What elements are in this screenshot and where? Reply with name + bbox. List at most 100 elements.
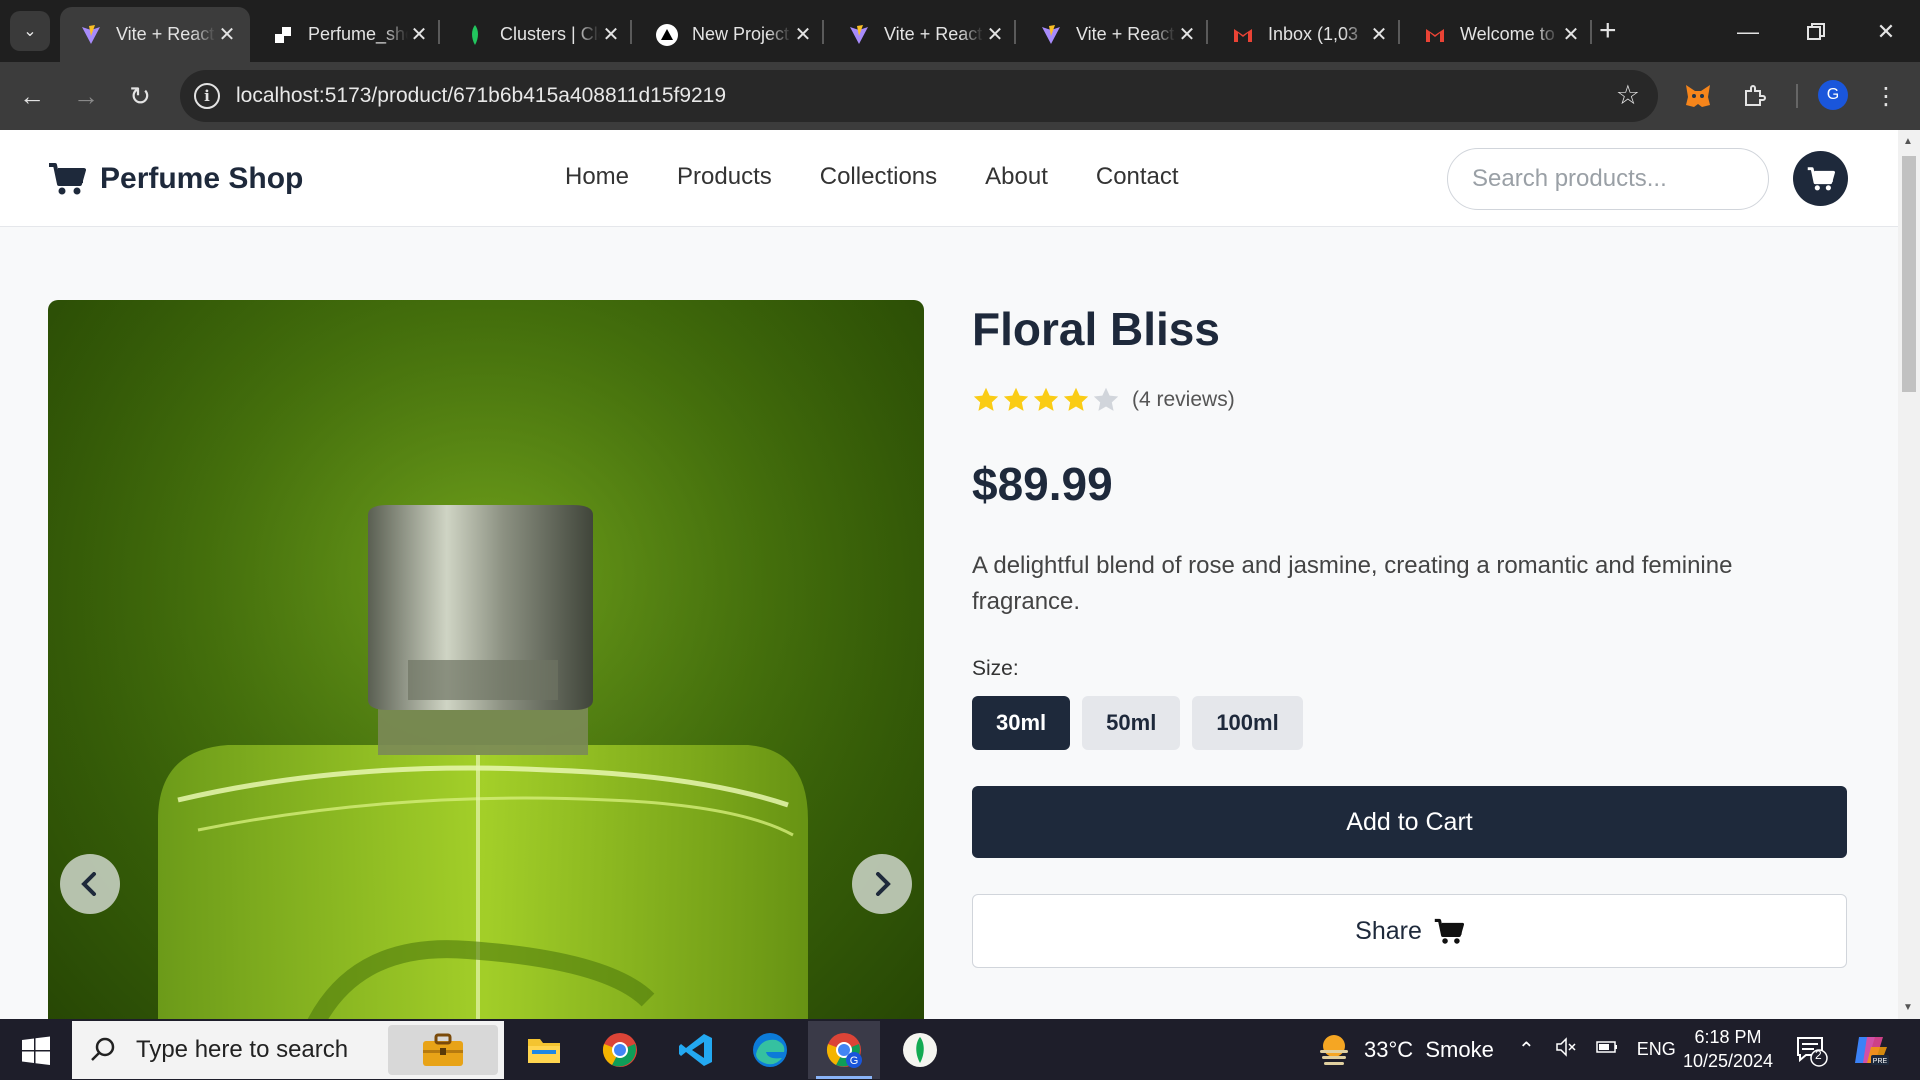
restore-icon[interactable] <box>1796 12 1836 52</box>
forward-icon[interactable]: → <box>68 78 104 114</box>
tab-vite-react-2[interactable]: Vite + React ✕ <box>828 7 1018 62</box>
star-filled-icon <box>973 387 999 411</box>
share-button[interactable]: Share <box>972 894 1847 968</box>
close-icon[interactable]: ✕ <box>984 22 1006 47</box>
windows-taskbar: Type here to search G 33°C Smoke ⌃ ENG 6… <box>0 1019 1920 1080</box>
nav-about[interactable]: About <box>985 163 1048 191</box>
close-icon[interactable]: ✕ <box>1368 22 1390 47</box>
size-option-100ml[interactable]: 100ml <box>1192 696 1303 750</box>
weather-widget[interactable]: 33°C Smoke <box>1316 1019 1494 1080</box>
chrome-profile-icon[interactable]: G <box>808 1021 880 1079</box>
clock-date: 10/25/2024 <box>1682 1051 1774 1071</box>
mongodb-icon <box>464 24 486 46</box>
vercel-icon <box>656 23 678 46</box>
chevron-right-icon <box>876 872 891 896</box>
extensions-icon[interactable] <box>1736 78 1772 114</box>
nav-products[interactable]: Products <box>677 163 772 191</box>
close-icon[interactable]: ✕ <box>1560 22 1582 47</box>
tab-vite-react-active[interactable]: Vite + React ✕ <box>60 7 250 62</box>
tab-new-project[interactable]: New Project ✕ <box>636 7 826 62</box>
page-scrollbar[interactable]: ▲ ▼ <box>1898 130 1920 1019</box>
url-bar[interactable]: i localhost:5173/product/671b6b415a40881… <box>180 70 1658 122</box>
close-icon[interactable]: ✕ <box>216 22 238 47</box>
close-icon[interactable]: ✕ <box>1176 22 1198 47</box>
taskbar-clock[interactable]: 6:18 PM 10/25/2024 <box>1678 1025 1778 1073</box>
share-label: Share <box>1355 916 1422 945</box>
language-indicator[interactable]: ENG <box>1637 1039 1676 1060</box>
close-icon[interactable]: ✕ <box>600 22 622 47</box>
file-explorer-icon[interactable] <box>508 1021 580 1079</box>
site-header: Perfume Shop Home Products Collections A… <box>0 130 1898 227</box>
notification-count: 2 <box>1815 1048 1822 1062</box>
tab-separator <box>822 20 824 44</box>
search-input[interactable] <box>1447 148 1769 210</box>
carousel-prev-button[interactable] <box>60 854 120 914</box>
notification-center-icon[interactable]: 2 <box>1794 1033 1828 1067</box>
star-rating <box>972 386 1122 414</box>
close-icon[interactable]: ✕ <box>792 22 814 47</box>
profile-avatar[interactable]: G <box>1818 80 1848 110</box>
scroll-thumb[interactable] <box>1902 156 1916 392</box>
tab-vite-react-3[interactable]: Vite + React ✕ <box>1020 7 1210 62</box>
toolbar-separator <box>1796 84 1798 108</box>
size-option-50ml[interactable]: 50ml <box>1082 696 1181 750</box>
reload-icon[interactable]: ↻ <box>122 78 158 114</box>
review-count[interactable]: (4 reviews) <box>1132 388 1235 412</box>
vscode-icon[interactable] <box>660 1021 732 1079</box>
url-text[interactable]: localhost:5173/product/671b6b415a408811d… <box>236 84 726 108</box>
battery-icon[interactable] <box>1595 1038 1619 1062</box>
briefcase-icon[interactable] <box>388 1025 498 1075</box>
taskbar-search-box[interactable]: Type here to search <box>72 1021 504 1079</box>
cart-icon <box>49 163 86 195</box>
scroll-up-icon[interactable]: ▲ <box>1903 136 1913 147</box>
tab-clusters[interactable]: Clusters | Cloud ✕ <box>444 7 634 62</box>
tab-title: Welcome to <box>1460 24 1555 44</box>
edge-icon[interactable] <box>734 1021 806 1079</box>
product-title: Floral Bliss <box>972 303 1220 355</box>
product-price: $89.99 <box>972 458 1113 510</box>
windows-start-icon[interactable] <box>12 1033 58 1069</box>
nav-contact[interactable]: Contact <box>1096 163 1179 191</box>
tab-gmail-welcome[interactable]: Welcome to ✕ <box>1404 7 1594 62</box>
cart-button[interactable] <box>1793 151 1848 206</box>
clock-time: 6:18 PM <box>1694 1027 1762 1047</box>
tab-separator <box>630 20 632 44</box>
nav-home[interactable]: Home <box>565 163 629 191</box>
browser-tab-bar: ⌄ Vite + React ✕ Perfume_shop ✕ Clusters… <box>0 0 1920 62</box>
site-logo[interactable]: Perfume Shop <box>48 162 303 196</box>
add-to-cart-button[interactable]: Add to Cart <box>972 786 1847 858</box>
scroll-down-icon[interactable]: ▼ <box>1903 1002 1913 1013</box>
carousel-next-button[interactable] <box>852 854 912 914</box>
system-tray: ⌃ ENG <box>1518 1019 1676 1080</box>
address-bar-row: ← → ↻ i localhost:5173/product/671b6b415… <box>0 62 1920 130</box>
tab-perfume-shop[interactable]: Perfume_shop ✕ <box>252 7 442 62</box>
product-rating: (4 reviews) <box>972 386 1235 414</box>
minimize-icon[interactable]: — <box>1728 12 1768 52</box>
nav-collections[interactable]: Collections <box>820 163 937 191</box>
window-close-icon[interactable]: ✕ <box>1866 12 1906 52</box>
size-option-30ml[interactable]: 30ml <box>972 696 1071 750</box>
close-icon[interactable]: ✕ <box>408 22 430 47</box>
tab-title: Vite + React <box>884 24 983 44</box>
tab-gmail-inbox[interactable]: Inbox (1,03 ✕ <box>1212 7 1402 62</box>
chevron-up-icon[interactable]: ⌃ <box>1518 1037 1535 1062</box>
bookmark-star-icon[interactable]: ☆ <box>1616 80 1640 111</box>
site-info-icon[interactable]: i <box>194 83 220 109</box>
tab-separator <box>1590 20 1592 44</box>
copilot-icon[interactable]: PRE <box>1836 1021 1906 1079</box>
vite-icon <box>848 24 870 46</box>
tab-title: Perfume_shop <box>308 24 408 44</box>
brand-name: Perfume Shop <box>100 162 304 195</box>
volume-muted-icon[interactable] <box>1555 1036 1577 1063</box>
tab-search-icon[interactable]: ⌄ <box>10 11 50 51</box>
mongodb-compass-icon[interactable] <box>884 1021 956 1079</box>
metamask-icon[interactable] <box>1680 78 1716 114</box>
product-description: A delightful blend of rose and jasmine, … <box>972 552 1733 615</box>
tab-separator <box>438 20 440 44</box>
main-nav: Home Products Collections About Contact <box>565 163 1227 191</box>
new-tab-icon[interactable]: + <box>1599 14 1617 48</box>
chrome-icon[interactable] <box>584 1021 656 1079</box>
tab-separator <box>1014 20 1016 44</box>
more-menu-icon[interactable]: ⋮ <box>1868 78 1904 114</box>
back-icon[interactable]: ← <box>14 78 50 114</box>
